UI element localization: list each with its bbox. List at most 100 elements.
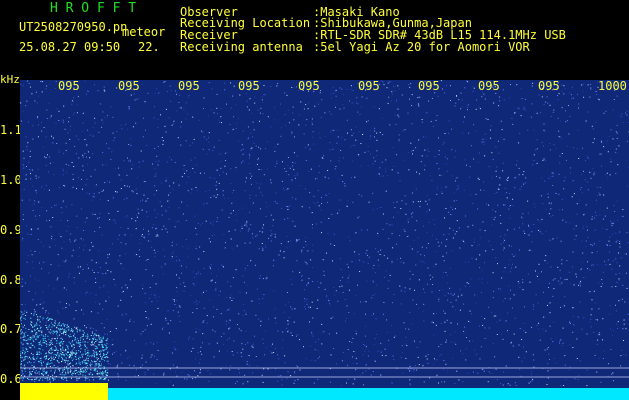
noise-speck bbox=[565, 159, 567, 161]
noise-speck bbox=[312, 335, 314, 337]
noise-speck bbox=[483, 93, 485, 95]
noise-speck bbox=[496, 188, 498, 190]
meteor-echo-speck bbox=[73, 344, 75, 346]
noise-speck bbox=[130, 234, 132, 236]
noise-speck bbox=[610, 129, 612, 131]
meteor-echo-speck bbox=[38, 353, 40, 355]
noise-speck bbox=[274, 308, 276, 310]
noise-speck bbox=[443, 360, 445, 361]
noise-speck bbox=[154, 168, 156, 170]
noise-speck bbox=[35, 178, 37, 179]
meteor-echo-speck bbox=[30, 372, 32, 374]
noise-speck bbox=[331, 213, 333, 215]
noise-speck bbox=[148, 318, 150, 320]
meteor-echo-speck bbox=[96, 372, 98, 374]
meteor-echo-speck bbox=[53, 358, 55, 360]
noise-speck bbox=[599, 240, 601, 242]
noise-speck bbox=[169, 192, 171, 194]
noise-speck bbox=[591, 125, 593, 127]
noise-speck bbox=[620, 355, 622, 357]
noise-speck bbox=[389, 274, 391, 276]
meteor-echo-speck bbox=[99, 351, 100, 352]
meteor-echo-speck bbox=[94, 361, 96, 363]
noise-speck bbox=[321, 99, 323, 101]
noise-speck bbox=[129, 160, 131, 162]
meteor-echo-speck bbox=[98, 363, 100, 365]
noise-speck bbox=[156, 383, 157, 385]
noise-speck bbox=[75, 340, 77, 342]
noise-speck bbox=[579, 301, 581, 303]
noise-speck bbox=[301, 249, 303, 251]
meteor-echo-speck bbox=[45, 324, 47, 326]
noise-speck bbox=[392, 247, 394, 249]
noise-speck bbox=[519, 249, 520, 251]
noise-speck bbox=[595, 214, 597, 216]
noise-speck bbox=[495, 368, 497, 370]
noise-speck bbox=[549, 149, 551, 151]
noise-speck bbox=[317, 349, 319, 351]
noise-speck bbox=[504, 204, 506, 206]
noise-speck bbox=[166, 91, 168, 93]
noise-speck bbox=[159, 201, 161, 203]
meteor-echo-speck bbox=[64, 350, 66, 352]
noise-speck bbox=[222, 194, 224, 196]
noise-speck bbox=[572, 180, 574, 182]
noise-speck bbox=[216, 93, 218, 95]
meteor-floor-burst bbox=[20, 383, 108, 400]
noise-speck bbox=[600, 153, 602, 155]
noise-speck bbox=[203, 291, 204, 293]
noise-speck bbox=[576, 213, 578, 215]
meteor-echo-speck bbox=[100, 355, 101, 357]
noise-speck bbox=[247, 126, 249, 128]
noise-speck bbox=[73, 282, 75, 284]
noise-speck bbox=[553, 288, 555, 290]
noise-speck bbox=[490, 244, 492, 246]
noise-speck bbox=[227, 197, 229, 199]
noise-speck bbox=[607, 177, 609, 179]
noise-speck bbox=[574, 238, 576, 240]
noise-speck bbox=[213, 146, 215, 148]
meteor-echo-speck bbox=[30, 343, 32, 345]
meteor-echo-speck bbox=[64, 377, 66, 379]
noise-speck bbox=[262, 338, 264, 340]
meteor-echo-speck bbox=[101, 373, 103, 375]
noise-speck bbox=[151, 354, 153, 356]
noise-speck bbox=[463, 303, 465, 305]
noise-speck bbox=[76, 301, 78, 303]
noise-speck bbox=[443, 260, 445, 262]
noise-speck bbox=[594, 229, 596, 231]
noise-speck bbox=[622, 284, 624, 286]
noise-speck bbox=[409, 288, 411, 290]
noise-speck bbox=[97, 312, 99, 314]
noise-speck bbox=[252, 372, 253, 374]
noise-speck bbox=[456, 189, 458, 190]
noise-speck bbox=[568, 133, 570, 135]
noise-speck bbox=[374, 130, 376, 132]
noise-speck bbox=[53, 239, 55, 241]
noise-speck bbox=[328, 111, 330, 113]
noise-speck bbox=[398, 139, 400, 141]
noise-speck bbox=[40, 186, 42, 188]
noise-speck bbox=[304, 306, 306, 308]
noise-speck bbox=[564, 279, 566, 281]
noise-speck bbox=[427, 243, 429, 244]
noise-speck bbox=[536, 112, 538, 114]
noise-speck bbox=[128, 108, 130, 110]
meteor-echo-speck bbox=[99, 371, 101, 373]
noise-speck bbox=[316, 177, 318, 179]
noise-speck bbox=[362, 344, 364, 346]
noise-speck bbox=[97, 272, 99, 273]
noise-speck bbox=[569, 321, 571, 323]
noise-speck bbox=[619, 246, 621, 248]
noise-speck bbox=[144, 374, 146, 376]
meteor-echo-speck bbox=[25, 347, 27, 349]
noise-speck bbox=[512, 205, 514, 206]
noise-speck bbox=[99, 287, 101, 289]
noise-speck bbox=[131, 218, 133, 220]
noise-speck bbox=[301, 251, 302, 253]
noise-speck bbox=[334, 294, 336, 296]
noise-speck bbox=[569, 369, 570, 371]
noise-speck bbox=[564, 296, 566, 298]
noise-speck bbox=[367, 120, 369, 122]
meteor-echo-speck bbox=[103, 350, 105, 352]
